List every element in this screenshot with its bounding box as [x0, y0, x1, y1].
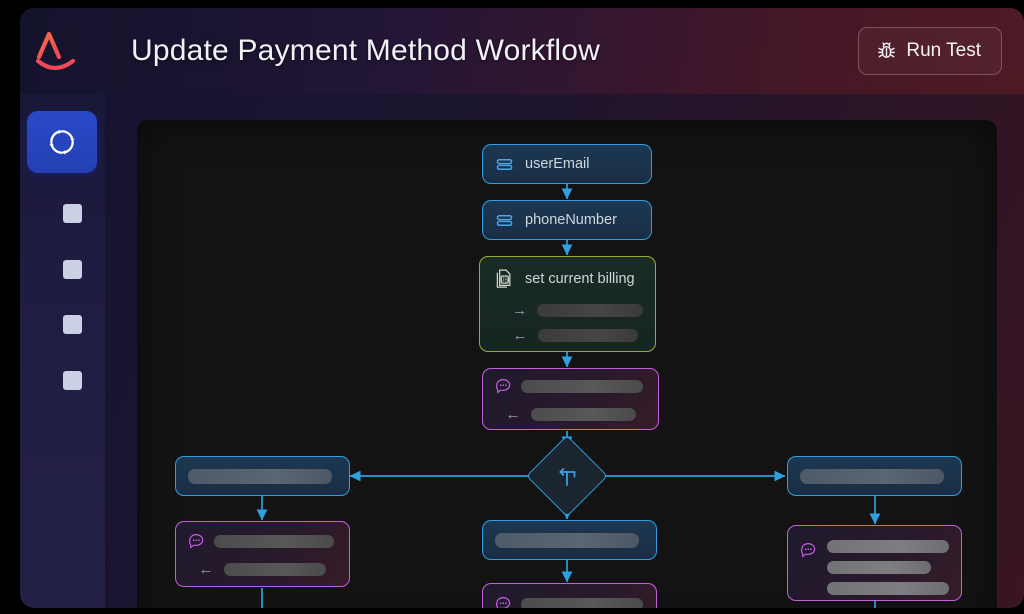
- action-value-placeholder: [188, 468, 332, 484]
- output-value-placeholder: [531, 407, 636, 421]
- node-label: set current billing: [525, 270, 635, 287]
- bug-icon: [878, 41, 896, 58]
- svg-text:JS: JS: [502, 277, 509, 283]
- message-text-placeholder: [521, 379, 643, 393]
- sidebar-item-4[interactable]: [63, 371, 82, 390]
- node-label: phoneNumber: [525, 212, 617, 228]
- action-value-placeholder: [495, 532, 639, 548]
- output-arrow-icon: ←: [512, 327, 528, 344]
- stack-bars-icon: [495, 155, 514, 174]
- node-branch-right-message[interactable]: [787, 525, 962, 601]
- node-output-row[interactable]: ←: [494, 407, 647, 422]
- input-value-placeholder: [537, 304, 643, 317]
- workflow-canvas[interactable]: userEmail phoneNumber JS set current bil…: [137, 120, 997, 608]
- node-phone-number[interactable]: phoneNumber: [482, 200, 652, 240]
- output-value-placeholder: [224, 562, 326, 576]
- output-arrow-icon: ←: [505, 405, 521, 423]
- node-branch-left-action[interactable]: [175, 456, 350, 496]
- page-title: Update Payment Method Workflow: [131, 34, 600, 67]
- node-output-row[interactable]: ←: [187, 562, 338, 577]
- input-arrow-icon: →: [512, 302, 528, 319]
- sidebar-item-3[interactable]: [63, 315, 82, 334]
- sync-circular-arrows-icon: [49, 129, 75, 155]
- sidebar-item-workflows[interactable]: [27, 111, 97, 173]
- sidebar: [20, 94, 105, 608]
- run-test-button[interactable]: Run Test: [858, 27, 1002, 75]
- run-test-label: Run Test: [906, 40, 981, 61]
- node-user-email[interactable]: userEmail: [482, 144, 652, 184]
- message-line-1: [827, 540, 949, 553]
- canvas-shell: userEmail phoneNumber JS set current bil…: [105, 94, 1024, 608]
- sidebar-item-1[interactable]: [63, 204, 82, 223]
- node-output-row[interactable]: ←: [492, 328, 643, 343]
- chat-bubble-icon: [494, 377, 513, 396]
- node-set-current-billing[interactable]: JS set current billing → ←: [479, 256, 656, 352]
- node-label: userEmail: [525, 156, 590, 172]
- bottom-clip: [0, 608, 1024, 614]
- message-lines: [827, 535, 949, 595]
- node-input-row[interactable]: →: [492, 303, 643, 318]
- message-text-placeholder: [214, 534, 334, 548]
- message-line-2: [827, 561, 931, 574]
- chat-bubble-icon: [799, 541, 818, 560]
- output-arrow-icon: ←: [198, 560, 214, 578]
- node-branch-center-message[interactable]: [482, 583, 657, 608]
- app-logo[interactable]: [20, 8, 92, 94]
- node-branch-right-action[interactable]: [787, 456, 962, 496]
- app-header: Update Payment Method Workflow Run Test: [20, 8, 1024, 94]
- node-branch-center-action[interactable]: [482, 520, 657, 560]
- chat-bubble-icon: [187, 532, 206, 551]
- chat-bubble-icon: [494, 595, 513, 608]
- node-message-1[interactable]: ←: [482, 368, 659, 430]
- node-header-row: [494, 377, 647, 396]
- message-line-3: [827, 582, 949, 595]
- node-branch-left-message[interactable]: ←: [175, 521, 350, 587]
- output-value-placeholder: [538, 329, 638, 342]
- stack-bars-icon: [495, 211, 514, 230]
- app-window: Update Payment Method Workflow Run Test …: [20, 8, 1024, 608]
- ai-smile-logo-icon: [35, 30, 76, 71]
- node-header-row: JS set current billing: [492, 267, 643, 290]
- node-header-row: [494, 595, 645, 608]
- sidebar-item-2[interactable]: [63, 260, 82, 279]
- js-file-icon: JS: [492, 267, 515, 290]
- action-value-placeholder: [800, 468, 944, 484]
- message-text-placeholder: [521, 598, 643, 608]
- node-header-row: [187, 532, 338, 551]
